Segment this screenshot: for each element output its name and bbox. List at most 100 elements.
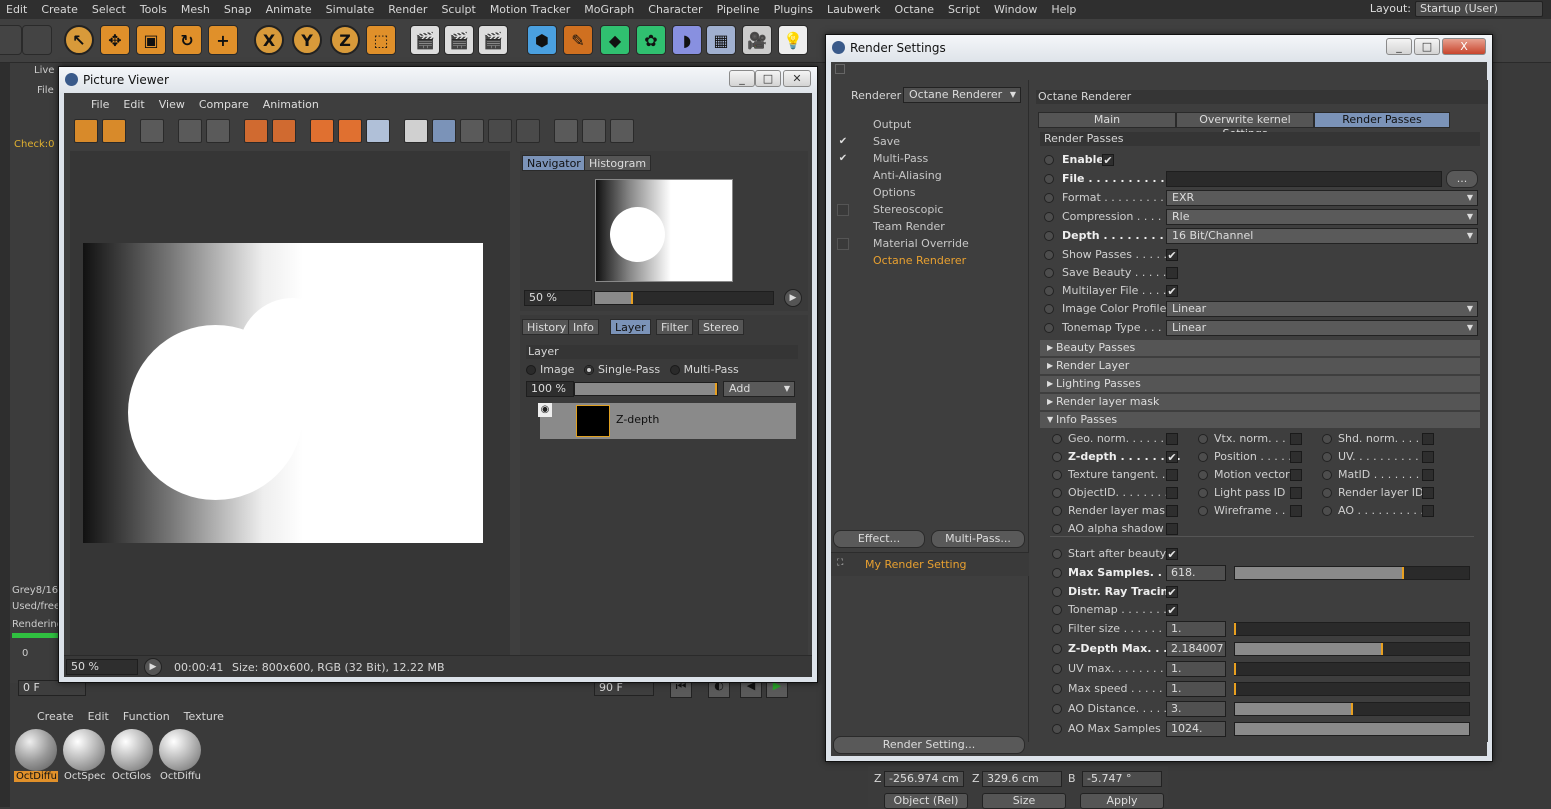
param-slider[interactable] <box>1234 642 1470 656</box>
pv-menu-compare[interactable]: Compare <box>199 98 249 111</box>
frame-icon[interactable] <box>554 119 578 143</box>
material-menu-texture[interactable]: Texture <box>184 710 224 723</box>
paste-icon[interactable] <box>272 119 296 143</box>
tonemap-checkbox[interactable]: ✔ <box>1166 604 1178 616</box>
nav-zoom-slider[interactable] <box>594 291 774 305</box>
animate-dot[interactable] <box>1198 470 1208 480</box>
animate-dot[interactable] <box>1052 549 1062 559</box>
param-slider[interactable] <box>1234 722 1470 736</box>
animate-dot[interactable] <box>1044 286 1054 296</box>
info-pass-checkbox[interactable] <box>1422 487 1434 499</box>
renderer-select[interactable]: Octane Renderer ▼ <box>903 87 1021 103</box>
layout-select[interactable]: Startup (User) <box>1415 1 1543 17</box>
animate-dot[interactable] <box>1052 506 1062 516</box>
animate-dot[interactable] <box>1322 506 1332 516</box>
menu-edit[interactable]: Edit <box>6 3 27 16</box>
close-button[interactable]: X <box>1442 38 1486 55</box>
tree-item-checkbox[interactable] <box>837 238 849 250</box>
subdivision-icon[interactable]: ◆ <box>600 25 630 55</box>
animate-dot[interactable] <box>1044 304 1054 314</box>
animate-dot[interactable] <box>1044 155 1054 165</box>
x-axis-icon[interactable]: X <box>254 25 284 55</box>
render-view-icon[interactable]: 🎬 <box>410 25 440 55</box>
tree-item-team-render[interactable]: Team Render <box>873 220 945 233</box>
navigator-thumbnail[interactable] <box>595 179 733 282</box>
menu-snap[interactable]: Snap <box>224 3 252 16</box>
maximize-button[interactable]: □ <box>1414 38 1440 55</box>
param-value-field[interactable]: 3. <box>1166 701 1226 717</box>
info-pass-checkbox[interactable] <box>1422 505 1434 517</box>
animate-dot[interactable] <box>1198 452 1208 462</box>
animate-dot[interactable] <box>1198 488 1208 498</box>
grid-icon[interactable] <box>140 119 164 143</box>
compression-select[interactable]: Rle ▼ <box>1166 209 1478 225</box>
section-render-layer-mask[interactable]: ▶ Render layer mask <box>1040 394 1480 410</box>
section-info-passes[interactable]: ▼ Info Passes <box>1040 412 1480 428</box>
menu-render[interactable]: Render <box>388 3 427 16</box>
tab-filter[interactable]: Filter <box>656 319 694 335</box>
coordinate-system-icon[interactable]: ⬚ <box>366 25 396 55</box>
camera-icon[interactable]: 🎥 <box>742 25 772 55</box>
info-pass-checkbox[interactable] <box>1290 487 1302 499</box>
info-pass-checkbox[interactable] <box>1166 505 1178 517</box>
animate-dot[interactable] <box>1052 644 1062 654</box>
format-select[interactable]: EXR ▼ <box>1166 190 1478 206</box>
menu-mograph[interactable]: MoGraph <box>584 3 634 16</box>
menu-tools[interactable]: Tools <box>140 3 167 16</box>
open-icon[interactable] <box>74 119 98 143</box>
param-slider[interactable] <box>1234 566 1470 580</box>
pv-menu-file[interactable]: File <box>91 98 109 111</box>
menu-pipeline[interactable]: Pipeline <box>717 3 760 16</box>
tree-item-save[interactable]: Save <box>873 135 900 148</box>
radio-image[interactable] <box>526 365 536 375</box>
region-render-icon[interactable] <box>338 119 362 143</box>
animate-dot[interactable] <box>1044 174 1054 184</box>
animate-dot[interactable] <box>1052 452 1062 462</box>
deformer-icon[interactable]: ◗ <box>672 25 702 55</box>
animate-dot[interactable] <box>1052 704 1062 714</box>
animate-dot[interactable] <box>1052 470 1062 480</box>
move-icon[interactable]: ✥ <box>100 25 130 55</box>
render-setting-button[interactable]: Render Setting... <box>833 736 1025 754</box>
info-pass-checkbox[interactable] <box>1290 451 1302 463</box>
animate-dot[interactable] <box>1052 568 1062 578</box>
pv-menu-animation[interactable]: Animation <box>263 98 319 111</box>
copy-icon[interactable] <box>244 119 268 143</box>
tree-item-multi-pass[interactable]: Multi-Pass <box>873 152 928 165</box>
animate-dot[interactable] <box>1052 684 1062 694</box>
tree-item-checkbox[interactable] <box>837 204 849 216</box>
param-slider[interactable] <box>1234 662 1470 676</box>
color-profile-select[interactable]: Linear ▼ <box>1166 301 1478 317</box>
layer-opacity-field[interactable]: 100 % <box>526 381 574 397</box>
section-beauty-passes[interactable]: ▶ Beauty Passes <box>1040 340 1480 356</box>
param-value-field[interactable]: 1. <box>1166 661 1226 677</box>
tree-item-octane-renderer[interactable]: Octane Renderer <box>873 254 966 267</box>
material-menu-function[interactable]: Function <box>123 710 170 723</box>
info-pass-checkbox[interactable] <box>1290 433 1302 445</box>
cloner-icon[interactable]: ✿ <box>636 25 666 55</box>
menu-laubwerk[interactable]: Laubwerk <box>827 3 880 16</box>
set-b-icon[interactable] <box>516 119 540 143</box>
z-position-field[interactable]: -256.974 cm <box>884 771 964 787</box>
ab-swap-icon[interactable] <box>460 119 484 143</box>
render-to-picture-viewer-icon[interactable]: 🎬 <box>444 25 474 55</box>
split-icon[interactable] <box>432 119 456 143</box>
menu-simulate[interactable]: Simulate <box>326 3 375 16</box>
animate-dot[interactable] <box>1322 488 1332 498</box>
param-value-field[interactable]: 2.184007 <box>1166 641 1226 657</box>
animate-dot[interactable] <box>1198 434 1208 444</box>
status-zoom-field[interactable]: 50 % <box>66 659 138 675</box>
menu-window[interactable]: Window <box>994 3 1037 16</box>
tree-item-stereoscopic[interactable]: Stereoscopic <box>873 203 943 216</box>
info-pass-checkbox[interactable]: ✔ <box>1166 451 1178 463</box>
material-menu-edit[interactable]: Edit <box>88 710 109 723</box>
close-button[interactable]: ✕ <box>783 70 811 87</box>
image-canvas[interactable] <box>70 151 510 661</box>
info-pass-checkbox[interactable] <box>1166 433 1178 445</box>
render-settings-icon[interactable]: 🎬 <box>478 25 508 55</box>
tab-overwrite-kernel[interactable]: Overwrite kernel Settings <box>1176 112 1314 140</box>
animate-dot[interactable] <box>1322 452 1332 462</box>
redo-icon[interactable] <box>22 25 52 55</box>
depth-select[interactable]: 16 Bit/Channel ▼ <box>1166 228 1478 244</box>
user-icon[interactable] <box>206 119 230 143</box>
